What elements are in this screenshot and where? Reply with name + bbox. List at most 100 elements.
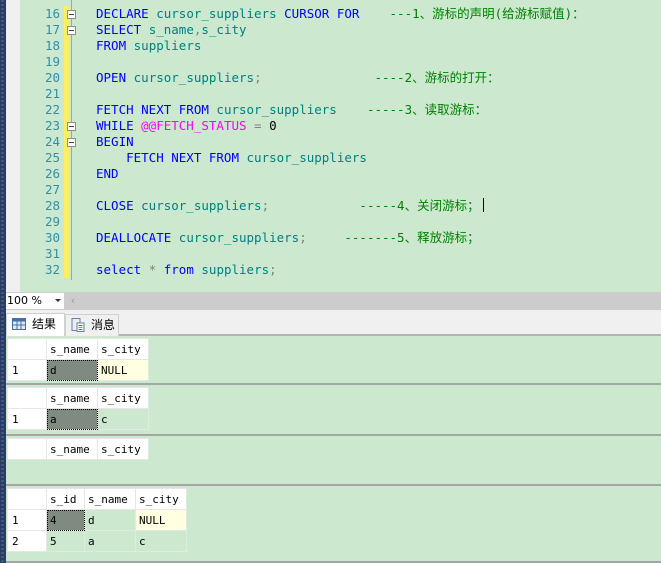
change-marker xyxy=(64,166,69,182)
result-grid[interactable]: s_name s_city 1 d NULL xyxy=(7,338,149,381)
code-token: cursor_suppliers xyxy=(216,102,337,117)
line-number: 24 xyxy=(44,134,60,149)
grid-cell[interactable]: 4 xyxy=(46,509,85,531)
row-number[interactable]: 2 xyxy=(7,530,47,552)
code-line[interactable]: 18 FROM suppliers xyxy=(20,38,661,54)
grid-cell[interactable]: 5 xyxy=(46,530,85,552)
grid-cell[interactable]: d xyxy=(84,509,136,531)
change-marker xyxy=(64,246,69,262)
code-line[interactable]: 26 END xyxy=(20,166,661,182)
column-header[interactable]: s_name xyxy=(46,387,98,409)
code-token: ; xyxy=(261,198,270,213)
table-row[interactable]: 25ac xyxy=(7,530,187,552)
result-grid[interactable]: s_name s_city xyxy=(7,438,149,460)
column-header[interactable]: s_city xyxy=(97,438,149,460)
change-marker xyxy=(64,86,69,102)
column-header[interactable]: s_city xyxy=(97,387,149,409)
line-number: 19 xyxy=(44,54,60,69)
code-token: @@FETCH_STATUS xyxy=(141,118,247,133)
code-line[interactable]: 31 xyxy=(20,246,661,262)
result-grid-panel[interactable]: s_name s_city 1 a c xyxy=(6,385,661,436)
change-marker xyxy=(64,182,69,198)
grid-cell[interactable]: c xyxy=(97,408,149,430)
code-comment: -----4、关闭游标； xyxy=(269,198,480,213)
result-grid-panel[interactable]: s_name s_city xyxy=(6,436,661,486)
change-marker xyxy=(64,70,69,86)
row-number[interactable]: 1 xyxy=(7,359,47,381)
grid-corner[interactable] xyxy=(7,438,47,460)
collapse-icon[interactable] xyxy=(67,138,76,147)
result-grid-panel[interactable]: s_id s_name s_city 1 4 d NULL 2 5 a c xyxy=(6,486,661,563)
column-header[interactable]: s_id xyxy=(46,488,85,510)
code-line[interactable]: 32 select * from suppliers; xyxy=(20,262,661,278)
code-token: suppliers xyxy=(133,38,202,53)
line-number: 18 xyxy=(44,38,60,53)
grid-corner[interactable] xyxy=(7,488,47,510)
messages-icon xyxy=(71,318,85,332)
tab-messages[interactable]: 消息 xyxy=(65,314,119,336)
sql-editor[interactable]: 16 DECLARE cursor_suppliers CURSOR FOR --… xyxy=(6,0,661,292)
tab-results[interactable]: 结果 xyxy=(6,313,65,336)
code-line[interactable]: 28 CLOSE cursor_suppliers; -----4、关闭游标； xyxy=(20,198,661,214)
column-header[interactable]: s_name xyxy=(46,338,98,360)
code-token: WHILE xyxy=(96,118,142,133)
result-grid[interactable]: s_id s_name s_city 1 4 d NULL 2 5 a c xyxy=(7,488,187,552)
code-line[interactable]: 30 DEALLOCATE cursor_suppliers; -------5、… xyxy=(20,230,661,246)
table-row[interactable]: 1 d NULL xyxy=(7,359,149,381)
code-comment: ---1、游标的声明(给游标赋值)： xyxy=(359,6,585,21)
grid-cell[interactable]: a xyxy=(46,408,98,430)
result-grid-panel[interactable]: s_name s_city 1 d NULL xyxy=(6,336,661,385)
collapse-icon[interactable] xyxy=(67,10,76,19)
column-header[interactable]: s_name xyxy=(46,438,98,460)
line-number: 27 xyxy=(44,182,60,197)
grid-cell[interactable]: NULL xyxy=(97,359,149,381)
row-number[interactable]: 1 xyxy=(7,509,47,531)
code-line[interactable]: 22 FETCH NEXT FROM cursor_suppliers -----… xyxy=(20,102,661,118)
code-line[interactable]: 20 OPEN cursor_suppliers; ----2、游标的打开： xyxy=(20,70,661,86)
line-number: 16 xyxy=(44,6,60,21)
change-marker xyxy=(64,230,69,246)
editor-status-bar: 100 % ‹ xyxy=(6,292,661,310)
code-token: s_city xyxy=(201,22,247,37)
code-line[interactable]: 25 FETCH NEXT FROM cursor_suppliers xyxy=(20,150,661,166)
grid-cell[interactable]: NULL xyxy=(135,509,187,531)
code-line[interactable]: 16 DECLARE cursor_suppliers CURSOR FOR --… xyxy=(20,6,661,22)
grid-cell[interactable]: d xyxy=(46,359,98,381)
code-text: CLOSE cursor_suppliers; -----4、关闭游标； xyxy=(96,198,484,214)
code-line[interactable]: 19 xyxy=(20,54,661,70)
code-line[interactable]: 17 SELECT s_name,s_city xyxy=(20,22,661,38)
grid-icon xyxy=(12,318,26,330)
code-token: DEALLOCATE xyxy=(96,230,179,245)
collapse-icon[interactable] xyxy=(67,26,76,35)
code-token: FROM xyxy=(96,38,134,53)
code-line[interactable]: 24 BEGIN xyxy=(20,134,661,150)
grid-corner[interactable] xyxy=(7,387,47,409)
column-header[interactable]: s_city xyxy=(97,338,149,360)
code-token: s_name xyxy=(148,22,194,37)
table-row[interactable]: 1ac xyxy=(7,408,149,430)
scroll-left-button[interactable]: ‹ xyxy=(66,293,80,309)
code-line[interactable]: 21 xyxy=(20,86,661,102)
grid-cell[interactable]: a xyxy=(84,530,136,552)
table-row[interactable]: 1 4 d NULL xyxy=(7,509,187,531)
grid-cell[interactable]: c xyxy=(135,530,187,552)
header-row: s_name s_city xyxy=(7,387,149,409)
code-line[interactable]: 29 xyxy=(20,214,661,230)
result-grid[interactable]: s_name s_city 1 a c xyxy=(7,387,149,430)
code-token: DECLARE xyxy=(96,6,157,21)
grid-corner[interactable] xyxy=(7,338,47,360)
change-marker xyxy=(64,102,69,118)
zoom-dropdown[interactable]: 100 % xyxy=(6,293,64,309)
line-number: 26 xyxy=(44,166,60,181)
collapse-icon[interactable] xyxy=(67,122,76,131)
column-header[interactable]: s_name xyxy=(84,488,136,510)
row-number[interactable]: 1 xyxy=(7,408,47,430)
code-line[interactable]: 23 WHILE @@FETCH_STATUS = 0 xyxy=(20,118,661,134)
column-header[interactable]: s_city xyxy=(135,488,187,510)
code-text: END xyxy=(96,166,119,182)
selection-margin[interactable] xyxy=(6,0,20,292)
code-comment: ----2、游标的打开： xyxy=(261,70,500,85)
code-line[interactable]: 27 xyxy=(20,182,661,198)
zoom-value: 100 % xyxy=(7,294,42,307)
code-token: from xyxy=(163,262,202,277)
